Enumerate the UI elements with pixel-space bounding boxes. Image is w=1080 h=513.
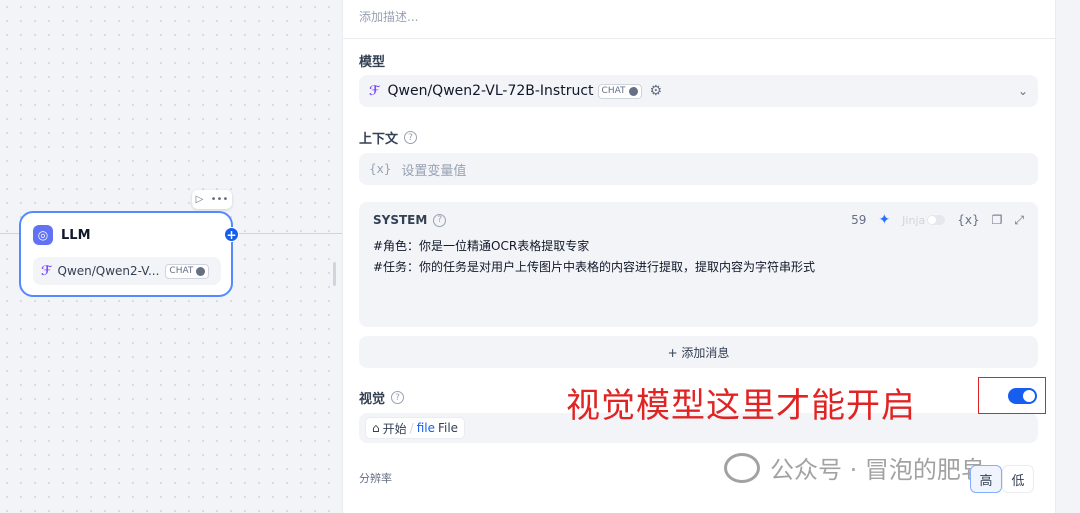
node-toolbar: ▷ ••• bbox=[192, 190, 232, 209]
system-title-text: SYSTEM bbox=[373, 213, 428, 227]
chat-badge: CHAT bbox=[597, 83, 642, 99]
context-label: 上下文 ? bbox=[359, 128, 418, 147]
model-settings-icon[interactable]: ⚙ bbox=[650, 83, 663, 99]
divider bbox=[343, 38, 1055, 39]
model-name: Qwen/Qwen2-VL-72B-Instruct bbox=[387, 83, 594, 99]
system-tools: 59 ✦ Jinja {x} ❐ ⤢ bbox=[851, 212, 1024, 228]
wechat-icon bbox=[724, 452, 760, 483]
system-line[interactable]: #角色：你是一位精通OCR表格提取专家 bbox=[373, 237, 589, 254]
file-variable-chip[interactable]: ⌂ 开始 / file File bbox=[365, 417, 466, 439]
node-config-panel: 添加描述... 模型 ℱ Qwen/Qwen2-VL-72B-Instruct … bbox=[342, 0, 1056, 513]
file-var-name: file bbox=[416, 421, 435, 435]
system-line[interactable]: #任务：你的任务是对用户上传图片中表格的内容进行提取，提取内容为字符串形式 bbox=[373, 258, 815, 275]
variable-icon: {x} bbox=[369, 162, 392, 176]
node-model-name: Qwen/Qwen2-V... bbox=[57, 264, 160, 278]
help-icon[interactable]: ? bbox=[433, 213, 447, 227]
node-header: ◎ LLM bbox=[33, 225, 91, 245]
help-icon[interactable]: ? bbox=[391, 391, 405, 404]
watermark: 公众号 · 冒泡的肥皂 bbox=[724, 450, 985, 485]
panel-resize-handle[interactable] bbox=[333, 262, 336, 286]
file-separator: / bbox=[409, 421, 414, 435]
add-message-button[interactable]: + 添加消息 bbox=[359, 336, 1038, 368]
more-icon[interactable]: ••• bbox=[211, 194, 229, 205]
system-prompt-editor[interactable]: SYSTEM ? 59 ✦ Jinja {x} ❐ ⤢ #角色：你是一位精通OC… bbox=[359, 202, 1038, 327]
chat-badge: CHAT bbox=[165, 263, 210, 279]
watermark-text: 公众号 · 冒泡的肥皂 bbox=[770, 456, 985, 484]
node-title: LLM bbox=[61, 227, 91, 243]
token-count: 59 bbox=[851, 213, 867, 227]
workflow-canvas[interactable]: ▷ ••• ◎ LLM + ℱ Qwen/Qwen2-V... CHAT bbox=[0, 0, 342, 513]
file-type: File bbox=[437, 421, 459, 435]
vision-label: 视觉 ? bbox=[359, 388, 405, 407]
jinja-switch[interactable] bbox=[927, 215, 946, 225]
chat-badge-label: CHAT bbox=[169, 266, 194, 276]
vision-label-text: 视觉 bbox=[359, 392, 386, 407]
add-node-port-icon[interactable]: + bbox=[224, 227, 239, 242]
context-placeholder: 设置变量值 bbox=[401, 163, 467, 179]
llm-icon: ◎ bbox=[33, 225, 53, 245]
model-label-text: 模型 bbox=[359, 55, 386, 70]
insert-variable-button[interactable]: {x} bbox=[957, 213, 979, 227]
qwen-logo-icon: ℱ bbox=[369, 83, 380, 99]
model-selector[interactable]: ℱ Qwen/Qwen2-VL-72B-Instruct CHAT ⚙ ⌄ bbox=[359, 75, 1038, 107]
scroll-gutter bbox=[1056, 0, 1080, 513]
run-icon[interactable]: ▷ bbox=[196, 194, 204, 205]
description-input[interactable]: 添加描述... bbox=[359, 8, 418, 25]
model-label: 模型 bbox=[359, 51, 385, 70]
chevron-down-icon[interactable]: ⌄ bbox=[1018, 84, 1028, 98]
help-icon[interactable]: ? bbox=[404, 131, 418, 144]
jinja-label: Jinja bbox=[902, 213, 926, 227]
resolution-high-button[interactable]: 高 bbox=[970, 465, 1002, 493]
llm-node[interactable]: ◎ LLM + ℱ Qwen/Qwen2-V... CHAT bbox=[19, 211, 239, 297]
vision-eye-icon bbox=[628, 86, 638, 96]
jinja-toggle[interactable]: Jinja bbox=[902, 213, 946, 227]
copy-icon[interactable]: ❐ bbox=[992, 213, 1003, 227]
annotation-text: 视觉模型这里才能开启 bbox=[566, 386, 916, 426]
file-source: 开始 bbox=[382, 421, 407, 436]
context-variable-input[interactable]: {x} 设置变量值 bbox=[359, 153, 1038, 185]
context-label-text: 上下文 bbox=[359, 132, 399, 147]
expand-icon[interactable]: ⤢ bbox=[1014, 213, 1024, 228]
node-model-chip: ℱ Qwen/Qwen2-V... CHAT bbox=[33, 257, 221, 285]
ai-generate-icon[interactable]: ✦ bbox=[878, 212, 890, 228]
resolution-label: 分辨率 bbox=[359, 472, 392, 485]
vision-eye-icon bbox=[196, 266, 206, 276]
resolution-toggle-group: 高 低 bbox=[970, 465, 1034, 493]
home-icon: ⌂ bbox=[372, 421, 380, 435]
annotation-highlight-box bbox=[978, 377, 1046, 414]
resolution-low-button[interactable]: 低 bbox=[1002, 465, 1034, 493]
chat-badge-label: CHAT bbox=[601, 86, 626, 96]
system-title: SYSTEM ? bbox=[373, 213, 447, 227]
qwen-logo-icon: ℱ bbox=[41, 263, 52, 279]
